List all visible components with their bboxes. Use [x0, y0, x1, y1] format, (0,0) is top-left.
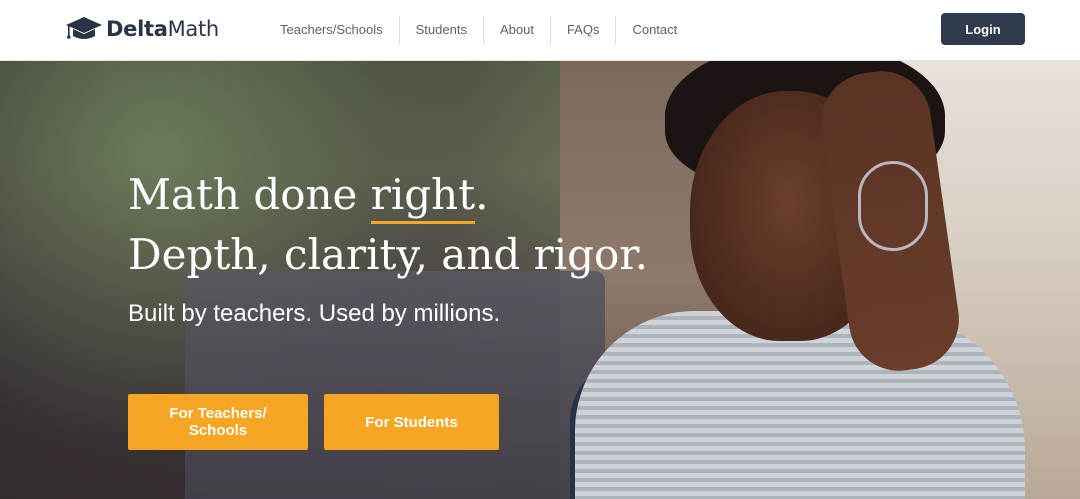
nav-students[interactable]: Students	[400, 16, 484, 44]
hero-title: Math done right. Depth, clarity, and rig…	[128, 165, 748, 285]
hero-title-line2: Depth, clarity, and rigor.	[128, 230, 649, 279]
login-button[interactable]: Login	[941, 13, 1025, 45]
nav-about[interactable]: About	[484, 16, 551, 44]
hero-title-emphasis: right	[370, 170, 476, 224]
for-teachers-button[interactable]: For Teachers/ Schools	[128, 394, 308, 450]
nav-contact[interactable]: Contact	[616, 16, 693, 44]
main-nav: Teachers/Schools Students About FAQs Con…	[264, 16, 693, 44]
hero-title-line1-start: Math done	[128, 170, 371, 219]
deltamath-logo[interactable]: DeltaMath	[64, 15, 219, 43]
nav-teachers-schools[interactable]: Teachers/Schools	[264, 16, 400, 44]
hero-subtitle: Built by teachers. Used by millions.	[128, 300, 501, 327]
hero-title-period: .	[475, 170, 489, 219]
for-students-button[interactable]: For Students	[324, 394, 499, 450]
hero-section: Math done right. Depth, clarity, and rig…	[0, 61, 1080, 499]
graduation-cap-icon	[66, 17, 102, 39]
site-header: DeltaMath Teachers/Schools Students Abou…	[0, 0, 1080, 61]
nav-faqs[interactable]: FAQs	[551, 16, 617, 44]
glasses-image	[858, 161, 928, 251]
logo-text: DeltaMath	[106, 17, 219, 41]
